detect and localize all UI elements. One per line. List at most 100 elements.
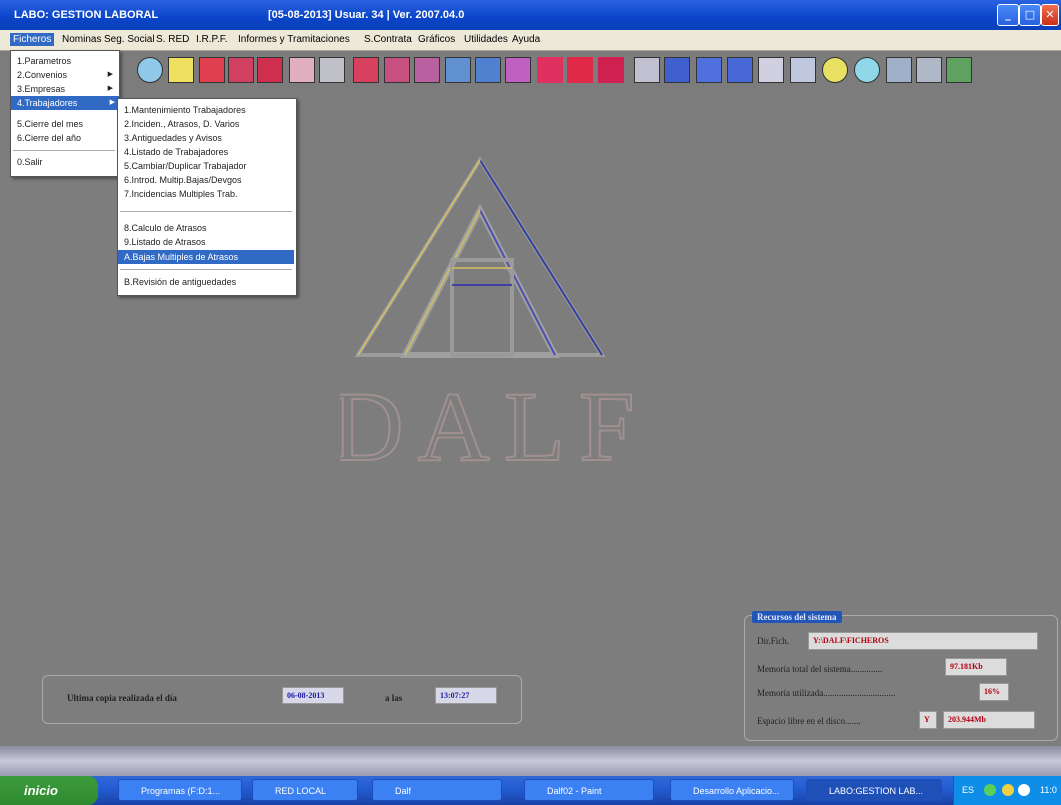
globe-icon[interactable] — [854, 57, 880, 83]
submenu-item[interactable]: 3.Antiguedades y Avisos — [118, 131, 294, 145]
taskbar-item[interactable]: Desarrollo Aplicacio... — [670, 779, 794, 801]
tray-icon[interactable] — [1002, 784, 1014, 796]
submenu-item[interactable]: 9.Listado de Atrasos — [118, 235, 294, 249]
menu-item-trabajadores[interactable]: 4.Trabajadores ▶ — [11, 96, 119, 110]
submenu-item[interactable]: 8.Calculo de Atrasos — [118, 221, 294, 235]
document-icon[interactable] — [384, 57, 410, 83]
ficheros-menu: 1.Parametros 2.Convenios ▶ 3.Empresas ▶ 4.… — [10, 50, 120, 177]
menu-bar: Ficheros Nominas Seg. Social S. RED I.R.… — [0, 30, 1061, 51]
help-icon[interactable] — [137, 57, 163, 83]
taskbar-item[interactable]: RED LOCAL — [252, 779, 358, 801]
disk-free-value: 203.944Mb — [943, 711, 1035, 729]
printer-icon[interactable] — [319, 57, 345, 83]
backup-date: 06-08-2013 — [282, 687, 344, 704]
taskbar-item-active[interactable]: LABO:GESTION LAB... — [806, 779, 942, 801]
taskbar-item[interactable]: Dalf02 - Paint — [524, 779, 654, 801]
close-button[interactable]: ✕ — [1041, 4, 1059, 26]
document-icon[interactable] — [353, 57, 379, 83]
submenu-item[interactable]: 7.Incidencias Multiples Trab. — [118, 187, 294, 201]
menu-item-salir[interactable]: 0.Salir — [11, 155, 117, 169]
dalf-logo: DALF — [340, 156, 640, 483]
chart-icon[interactable] — [289, 57, 315, 83]
list-icon[interactable] — [598, 57, 624, 83]
maximize-button[interactable]: □ — [1019, 4, 1041, 26]
workers-icon[interactable] — [664, 57, 690, 83]
backup-time: 13:07:27 — [435, 687, 497, 704]
document-icon[interactable] — [414, 57, 440, 83]
report-icon[interactable] — [199, 57, 225, 83]
menu-ayuda[interactable]: Ayuda — [512, 34, 540, 45]
disk-icon[interactable] — [822, 57, 848, 83]
menu-item-cierre-ano[interactable]: 6.Cierre del año — [11, 131, 117, 145]
disk-label: Espacio libre en el disco....... — [757, 716, 861, 726]
taskbar-item[interactable]: Dalf — [372, 779, 502, 801]
backup-label: Ultima copia realizada el día — [67, 693, 177, 703]
start-button[interactable]: inicio — [0, 776, 98, 805]
submenu-arrow-icon: ▶ — [107, 71, 113, 78]
backup-time-label: a las — [385, 693, 403, 703]
menu-divider — [120, 211, 292, 212]
mem-total-label: Memoria total del sistema.............. — [757, 664, 883, 674]
title-bar: LABO: GESTION LABORAL [05-08-2013] Usuar… — [0, 0, 1061, 30]
submenu-item-selected[interactable]: A.Bajas Multiples de Atrasos — [118, 250, 294, 264]
menu-divider — [13, 150, 115, 151]
window-title: LABO: GESTION LABORAL — [14, 9, 159, 21]
menu-graficos[interactable]: Gráficos — [418, 34, 455, 45]
taskbar-item[interactable]: Programas (F:D:1... — [118, 779, 242, 801]
menu-ficheros[interactable]: Ficheros — [10, 33, 55, 46]
resources-title: Recursos del sistema — [752, 611, 842, 623]
minimize-button[interactable]: _ — [997, 4, 1019, 26]
menu-item-cierre-mes[interactable]: 5.Cierre del mes — [11, 117, 117, 131]
trabajadores-submenu: 1.Mantenimiento Trabajadores 2.Inciden.,… — [117, 98, 297, 296]
menu-s-contrata[interactable]: S.Contrata — [364, 34, 412, 45]
dir-label: Dir.Fich. — [757, 636, 790, 646]
menu-informes[interactable]: Informes y Tramitaciones — [238, 34, 350, 45]
toolbar — [0, 51, 1061, 91]
taskbar: inicio Programas (F:D:1... RED LOCAL Dal… — [0, 776, 1061, 805]
calculator-icon[interactable] — [758, 57, 784, 83]
report-icon[interactable] — [257, 57, 283, 83]
list-icon[interactable] — [567, 57, 593, 83]
document-icon[interactable] — [505, 57, 531, 83]
menu-seg-social[interactable]: Seg. Social — [104, 34, 155, 45]
workers-icon[interactable] — [696, 57, 722, 83]
submenu-item[interactable]: B.Revisión de antiguedades — [118, 275, 294, 289]
mem-used-label: Memoria utilizada.......................… — [757, 688, 896, 698]
menu-utilidades[interactable]: Utilidades — [464, 34, 508, 45]
language-indicator[interactable]: ES — [962, 785, 974, 795]
mem-used-value: 16% — [979, 683, 1009, 701]
document-icon[interactable] — [445, 57, 471, 83]
menu-item-convenios[interactable]: 2.Convenios ▶ — [11, 68, 117, 82]
menu-divider — [120, 269, 292, 270]
report-icon[interactable] — [228, 57, 254, 83]
menu-item-parametros[interactable]: 1.Parametros — [11, 54, 117, 68]
tray-icon[interactable] — [1018, 784, 1030, 796]
menu-nominas[interactable]: Nominas — [62, 34, 101, 45]
exit-icon[interactable] — [946, 57, 972, 83]
menu-irpf[interactable]: I.R.P.F. — [196, 34, 228, 45]
submenu-item[interactable]: 2.Inciden., Atrasos, D. Varios — [118, 117, 294, 131]
tray-icon[interactable] — [984, 784, 996, 796]
submenu-item[interactable]: 1.Mantenimiento Trabajadores — [118, 103, 294, 117]
disk-drive: Y — [919, 711, 937, 729]
logo-text: DALF — [340, 371, 640, 482]
menu-item-empresas[interactable]: 3.Empresas ▶ — [11, 82, 117, 96]
submenu-item[interactable]: 4.Listado de Trabajadores — [118, 145, 294, 159]
dir-value: Y:\DALF\FICHEROS — [808, 632, 1038, 650]
submenu-item[interactable]: 5.Cambiar/Duplicar Trabajador — [118, 159, 294, 173]
list-icon[interactable] — [537, 57, 563, 83]
status-bar — [0, 746, 1061, 776]
window-icon[interactable] — [790, 57, 816, 83]
submenu-item[interactable]: 6.Introd. Multip.Bajas/Devgos — [118, 173, 294, 187]
clock: 11:0 — [1040, 785, 1057, 795]
computer-icon[interactable] — [886, 57, 912, 83]
window-info: [05-08-2013] Usuar. 34 | Ver. 2007.04.0 — [268, 9, 465, 21]
network-icon[interactable] — [916, 57, 942, 83]
document-icon[interactable] — [475, 57, 501, 83]
menu-s-red[interactable]: S. RED — [156, 34, 189, 45]
folder-icon[interactable] — [168, 57, 194, 83]
monitor-icon[interactable] — [634, 57, 660, 83]
workers-icon[interactable] — [727, 57, 753, 83]
system-tray: ES 11:0 — [953, 776, 1061, 805]
submenu-arrow-icon: ▶ — [107, 85, 113, 92]
